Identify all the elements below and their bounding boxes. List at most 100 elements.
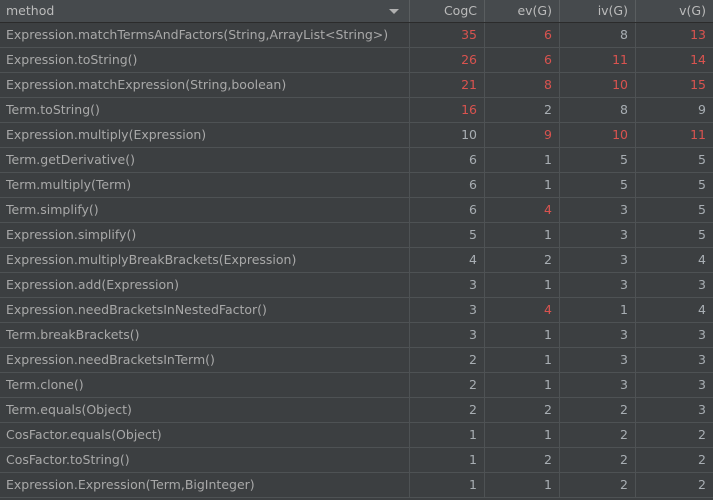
triangle-down-icon[interactable] — [389, 8, 399, 14]
table-row[interactable]: Term.multiply(Term) 6 1 5 5 — [0, 173, 713, 198]
cell-vg: 5 — [635, 223, 713, 247]
cell-method: Expression.matchTermsAndFactors(String,A… — [6, 27, 389, 42]
cell-cogc: 6 — [409, 173, 484, 197]
table-row[interactable]: Term.getDerivative() 6 1 5 5 — [0, 148, 713, 173]
cell-vg: 14 — [635, 48, 713, 72]
metrics-table: method CogC ev(G) iv(G) v(G) Expression.… — [0, 0, 713, 500]
cell-ivg: 11 — [559, 48, 635, 72]
cell-vg: 5 — [635, 148, 713, 172]
cell-method: Term.toString() — [6, 102, 100, 117]
cell-vg: 15 — [635, 73, 713, 97]
cell-vg: 2 — [635, 423, 713, 447]
cell-vg: 4 — [635, 248, 713, 272]
cell-ivg: 3 — [559, 273, 635, 297]
cell-evg: 1 — [484, 273, 559, 297]
cell-evg: 4 — [484, 298, 559, 322]
column-header-vg[interactable]: v(G) — [635, 0, 713, 22]
table-row[interactable]: Term.toString() 16 2 8 9 — [0, 98, 713, 123]
cell-method: Term.getDerivative() — [6, 152, 135, 167]
table-row[interactable]: Term.equals(Object) 2 2 2 3 — [0, 398, 713, 423]
table-row[interactable]: Expression.simplify() 5 1 3 5 — [0, 223, 713, 248]
cell-ivg: 3 — [559, 223, 635, 247]
cell-evg: 2 — [484, 98, 559, 122]
cell-vg: 3 — [635, 273, 713, 297]
cell-method: Expression.Expression(Term,BigInteger) — [6, 477, 255, 492]
table-row[interactable]: Expression.needBracketsInTerm() 2 1 3 3 — [0, 348, 713, 373]
table-header-row: method CogC ev(G) iv(G) v(G) — [0, 0, 713, 23]
cell-ivg: 5 — [559, 148, 635, 172]
cell-ivg: 3 — [559, 373, 635, 397]
cell-evg: 1 — [484, 173, 559, 197]
cell-cogc: 3 — [409, 298, 484, 322]
cell-cogc: 3 — [409, 323, 484, 347]
cell-evg: 1 — [484, 223, 559, 247]
cell-ivg: 3 — [559, 348, 635, 372]
cell-cogc: 26 — [409, 48, 484, 72]
cell-cogc: 21 — [409, 73, 484, 97]
cell-cogc: 6 — [409, 198, 484, 222]
cell-method: Term.breakBrackets() — [6, 327, 140, 342]
cell-method: Term.equals(Object) — [6, 402, 132, 417]
cell-cogc: 1 — [409, 473, 484, 497]
table-row[interactable]: Expression.multiply(Expression) 10 9 10 11 — [0, 123, 713, 148]
cell-method: Term.clone() — [6, 377, 84, 392]
cell-vg: 11 — [635, 123, 713, 147]
column-header-evg[interactable]: ev(G) — [484, 0, 559, 22]
table-row[interactable]: Expression.multiplyBreakBrackets(Express… — [0, 248, 713, 273]
cell-vg: 3 — [635, 348, 713, 372]
table-row[interactable]: CosFactor.toString() 1 2 2 2 — [0, 448, 713, 473]
table-row[interactable]: Expression.needBracketsInNestedFactor() 3… — [0, 298, 713, 323]
cell-ivg: 5 — [559, 173, 635, 197]
cell-vg: 3 — [635, 323, 713, 347]
cell-ivg: 3 — [559, 323, 635, 347]
cell-evg: 2 — [484, 448, 559, 472]
cell-vg: 2 — [635, 473, 713, 497]
cell-method: Expression.add(Expression) — [6, 277, 179, 292]
cell-vg: 13 — [635, 23, 713, 47]
column-header-method-label: method — [6, 3, 55, 18]
cell-evg: 9 — [484, 123, 559, 147]
cell-cogc: 4 — [409, 248, 484, 272]
cell-vg: 5 — [635, 198, 713, 222]
cell-cogc: 35 — [409, 23, 484, 47]
cell-method: Expression.multiplyBreakBrackets(Express… — [6, 252, 297, 267]
table-row[interactable]: Term.clone() 2 1 3 3 — [0, 373, 713, 398]
table-row[interactable]: Expression.Expression(Term,BigInteger) 1 1… — [0, 473, 713, 498]
cell-ivg: 2 — [559, 398, 635, 422]
table-row[interactable]: Term.breakBrackets() 3 1 3 3 — [0, 323, 713, 348]
table-row[interactable]: Expression.add(Expression) 3 1 3 3 — [0, 273, 713, 298]
column-header-method[interactable]: method — [0, 0, 409, 22]
cell-method: Expression.needBracketsInNestedFactor() — [6, 302, 267, 317]
cell-ivg: 8 — [559, 23, 635, 47]
column-header-ivg[interactable]: iv(G) — [559, 0, 635, 22]
cell-evg: 6 — [484, 48, 559, 72]
column-header-cogc[interactable]: CogC — [409, 0, 484, 22]
cell-vg: 3 — [635, 373, 713, 397]
cell-vg: 9 — [635, 98, 713, 122]
cell-evg: 1 — [484, 423, 559, 447]
cell-evg: 1 — [484, 348, 559, 372]
cell-cogc: 16 — [409, 98, 484, 122]
cell-method: Expression.simplify() — [6, 227, 137, 242]
cell-ivg: 10 — [559, 73, 635, 97]
table-row[interactable]: Expression.matchExpression(String,boolea… — [0, 73, 713, 98]
table-row[interactable]: Expression.toString() 26 6 11 14 — [0, 48, 713, 73]
cell-vg: 5 — [635, 173, 713, 197]
cell-ivg: 2 — [559, 423, 635, 447]
table-row[interactable]: CosFactor.equals(Object) 1 1 2 2 — [0, 423, 713, 448]
cell-cogc: 6 — [409, 148, 484, 172]
cell-ivg: 1 — [559, 298, 635, 322]
table-row[interactable]: Term.simplify() 6 4 3 5 — [0, 198, 713, 223]
cell-cogc: 2 — [409, 373, 484, 397]
cell-cogc: 5 — [409, 223, 484, 247]
table-row[interactable]: Expression.matchTermsAndFactors(String,A… — [0, 23, 713, 48]
cell-evg: 4 — [484, 198, 559, 222]
cell-evg: 1 — [484, 373, 559, 397]
cell-evg: 2 — [484, 398, 559, 422]
cell-evg: 1 — [484, 473, 559, 497]
cell-ivg: 2 — [559, 473, 635, 497]
cell-ivg: 3 — [559, 198, 635, 222]
cell-evg: 8 — [484, 73, 559, 97]
cell-ivg: 3 — [559, 248, 635, 272]
cell-method: Term.multiply(Term) — [6, 177, 132, 192]
